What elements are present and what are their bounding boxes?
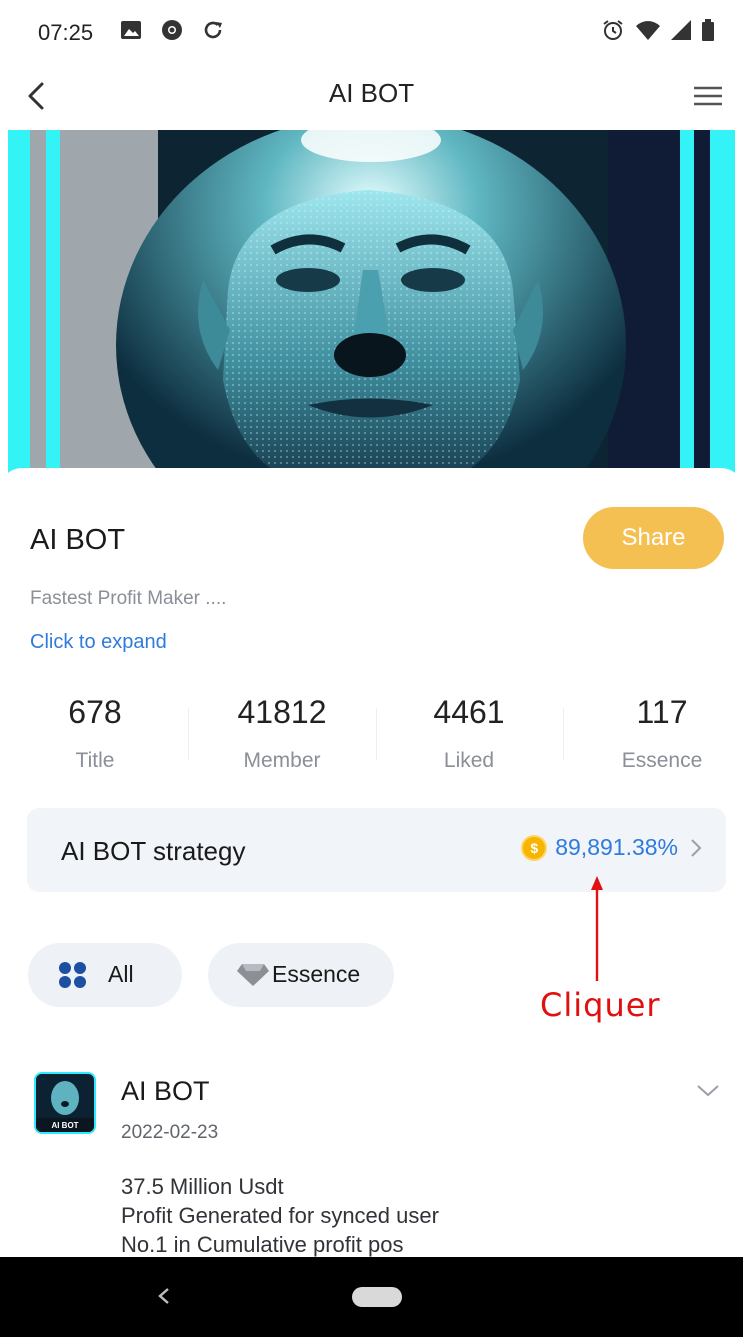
group-name: AI BOT [30, 524, 126, 556]
signal-icon [671, 20, 691, 40]
system-home-button[interactable] [352, 1287, 402, 1307]
stat-value: 41812 [237, 694, 327, 730]
filter-essence-label: Essence [272, 961, 361, 987]
strategy-return-value[interactable]: 89,891.38% [555, 834, 678, 861]
stat-divider [376, 708, 377, 760]
stat-divider [188, 708, 189, 760]
system-back-icon[interactable] [150, 1281, 178, 1311]
group-description: Fastest Profit Maker .... [30, 588, 227, 609]
stat-member[interactable]: 41812 Member [212, 694, 352, 773]
stat-value: 678 [68, 694, 122, 730]
strategy-name: AI BOT strategy [61, 836, 246, 866]
expand-description-link[interactable]: Click to expand [30, 631, 167, 654]
coin-icon: $ [521, 834, 548, 861]
chevron-down-icon[interactable] [695, 1082, 721, 1100]
stat-divider [563, 708, 564, 760]
filter-all-tab[interactable]: All [28, 943, 182, 1007]
stat-value: 117 [636, 694, 688, 730]
page-title: AI BOT [328, 78, 415, 108]
post-date: 2022-02-23 [121, 1122, 219, 1143]
app-header: AI BOT [0, 68, 743, 130]
battery-icon [702, 19, 714, 41]
image-icon [121, 21, 141, 39]
hamburger-menu-icon[interactable] [691, 80, 725, 112]
stat-essence[interactable]: 117 Essence [606, 694, 718, 773]
group-stats: 678 Title 41812 Member 4461 Liked 117 Es… [0, 694, 743, 784]
strategy-row[interactable]: AI BOT strategy $ 89,891.38% [27, 808, 726, 892]
diamond-icon [237, 964, 269, 986]
sync-icon [204, 21, 222, 39]
stat-label: Liked [443, 749, 495, 772]
status-system-icons [601, 18, 715, 42]
post-body: 37.5 Million Usdt Profit Generated for s… [121, 1172, 439, 1259]
group-banner-image [8, 130, 735, 480]
grid-icon [59, 962, 86, 988]
stat-title[interactable]: 678 Title [40, 694, 150, 773]
annotation-arrow-icon [591, 876, 603, 981]
filter-essence-tab[interactable]: Essence [208, 943, 394, 1007]
post-line: No.1 in Cumulative profit pos [121, 1232, 404, 1257]
chrome-icon [162, 20, 182, 40]
strategy-return[interactable]: $ 89,891.38% [521, 834, 706, 861]
stat-value: 4461 [433, 694, 505, 730]
status-notification-icons [120, 18, 224, 42]
post-line: 37.5 Million Usdt [121, 1174, 284, 1199]
stat-label: Member [243, 749, 321, 772]
annotation-label: Cliquer [540, 986, 661, 1024]
group-info-card: AI BOT Share Fastest Profit Maker .... C… [0, 468, 743, 1258]
filter-all-label: All [108, 961, 134, 987]
post-line: Profit Generated for synced user [121, 1203, 439, 1228]
chevron-right-icon [691, 838, 702, 857]
avatar[interactable]: AI BOT [34, 1072, 96, 1134]
avatar-text: AI BOT [51, 1121, 78, 1130]
stat-label: Essence [621, 749, 703, 772]
status-bar: 07:25 [0, 0, 743, 68]
system-navigation-bar [0, 1257, 743, 1337]
wifi-icon [636, 21, 660, 40]
alarm-icon [603, 20, 623, 40]
post-author: AI BOT [121, 1076, 210, 1106]
post-item[interactable]: AI BOT AI BOT 2022-02-23 37.5 Million Us… [0, 1068, 743, 1268]
status-time: 07:25 [38, 20, 94, 45]
share-button[interactable]: Share [583, 507, 724, 569]
stat-liked[interactable]: 4461 Liked [400, 694, 538, 773]
stat-label: Title [75, 749, 115, 772]
